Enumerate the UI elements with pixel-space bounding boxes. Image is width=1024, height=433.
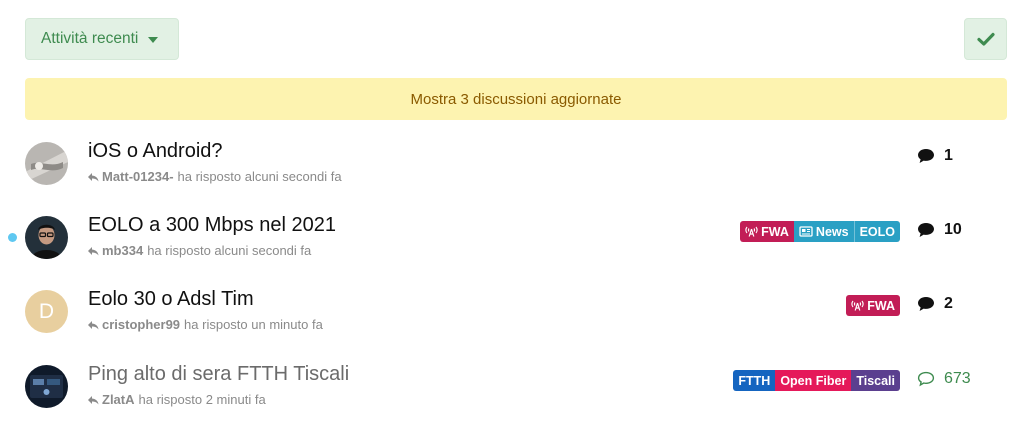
comment-icon — [918, 223, 934, 237]
avatar[interactable]: D — [25, 290, 68, 333]
comment-icon — [918, 149, 934, 163]
tag-label: Tiscali — [856, 373, 895, 388]
toolbar: Attività recenti — [25, 18, 1007, 60]
tag-list: FWA — [846, 295, 900, 316]
poster-username[interactable]: mb334 — [102, 243, 143, 258]
reply-count[interactable]: 1 — [917, 147, 953, 165]
topic-meta: cristopher99 ha risposto un minuto fa — [87, 317, 323, 332]
check-icon — [976, 32, 995, 46]
poster-username[interactable]: Matt-01234- — [102, 169, 174, 184]
reply-count[interactable]: 673 — [917, 370, 971, 388]
tag-list: FTTH Open Fiber Tiscali — [733, 370, 900, 391]
antenna-icon — [851, 300, 864, 311]
avatar-letter: D — [38, 299, 55, 323]
reply-count-value: 673 — [944, 370, 971, 387]
banner-text: Mostra 3 discussioni aggiornate — [410, 90, 622, 108]
topic-row[interactable]: Ping alto di sera FTTH Tiscali ZlatA ha … — [0, 362, 1024, 433]
filter-dropdown-label: Attività recenti — [41, 30, 139, 47]
reply-time-text: ha risposto alcuni secondi fa — [177, 169, 342, 184]
reply-icon — [88, 246, 99, 255]
topic-title[interactable]: Eolo 30 o Adsl Tim — [88, 288, 254, 311]
topic-meta: ZlatA ha risposto 2 minuti fa — [87, 392, 266, 407]
caret-down-icon — [148, 36, 159, 43]
poster-username[interactable]: ZlatA — [102, 392, 135, 407]
reply-count-value: 10 — [944, 221, 962, 238]
reply-time-text: ha risposto alcuni secondi fa — [147, 243, 312, 258]
reply-icon — [88, 395, 99, 404]
reply-count[interactable]: 10 — [917, 221, 962, 239]
tag-label: Open Fiber — [780, 373, 847, 388]
topic-title[interactable]: EOLO a 300 Mbps nel 2021 — [88, 214, 336, 237]
newspaper-icon — [799, 226, 813, 237]
avatar[interactable] — [25, 142, 68, 185]
topic-row[interactable]: iOS o Android? Matt-01234- ha risposto a… — [0, 139, 1024, 213]
filter-dropdown-button[interactable]: Attività recenti — [25, 18, 179, 60]
tag-open-fiber[interactable]: Open Fiber — [775, 370, 852, 391]
reply-count-value: 1 — [944, 147, 953, 164]
tag-label: News — [815, 224, 849, 239]
avatar[interactable] — [25, 365, 68, 408]
topic-row[interactable]: EOLO a 300 Mbps nel 2021 mb334 ha rispos… — [0, 213, 1024, 287]
topic-title[interactable]: Ping alto di sera FTTH Tiscali — [88, 363, 349, 386]
unread-indicator — [8, 233, 17, 242]
tag-fwa[interactable]: FWA — [740, 221, 794, 242]
poster-username[interactable]: cristopher99 — [102, 317, 180, 332]
reply-time-text: ha risposto un minuto fa — [184, 317, 323, 332]
avatar[interactable] — [25, 216, 68, 259]
topic-row[interactable]: D Eolo 30 o Adsl Tim cristopher99 ha ris… — [0, 287, 1024, 361]
reply-count[interactable]: 2 — [917, 295, 953, 313]
antenna-icon — [745, 226, 758, 237]
tag-ftth[interactable]: FTTH — [733, 370, 776, 391]
tag-label: FTTH — [738, 373, 771, 388]
topic-title[interactable]: iOS o Android? — [88, 140, 223, 163]
comment-icon — [917, 371, 935, 387]
topic-meta: mb334 ha risposto alcuni secondi fa — [87, 243, 311, 258]
show-updated-topics-banner[interactable]: Mostra 3 discussioni aggiornate — [25, 78, 1007, 120]
reply-icon — [88, 172, 99, 181]
reply-icon — [88, 320, 99, 329]
tag-eolo[interactable]: EOLO — [853, 221, 900, 242]
tag-label: FWA — [867, 298, 895, 313]
topic-meta: Matt-01234- ha risposto alcuni secondi f… — [87, 169, 342, 184]
tag-label: FWA — [761, 224, 789, 239]
tag-news[interactable]: News — [793, 221, 854, 242]
reply-time-text: ha risposto 2 minuti fa — [138, 392, 266, 407]
tag-fwa[interactable]: FWA — [846, 295, 900, 316]
tag-tiscali[interactable]: Tiscali — [851, 370, 900, 391]
comment-icon — [918, 297, 934, 311]
reply-count-value: 2 — [944, 295, 953, 312]
dismiss-button[interactable] — [964, 18, 1007, 60]
tag-list: FWA News EOLO — [740, 221, 900, 242]
tag-label: EOLO — [859, 224, 895, 239]
